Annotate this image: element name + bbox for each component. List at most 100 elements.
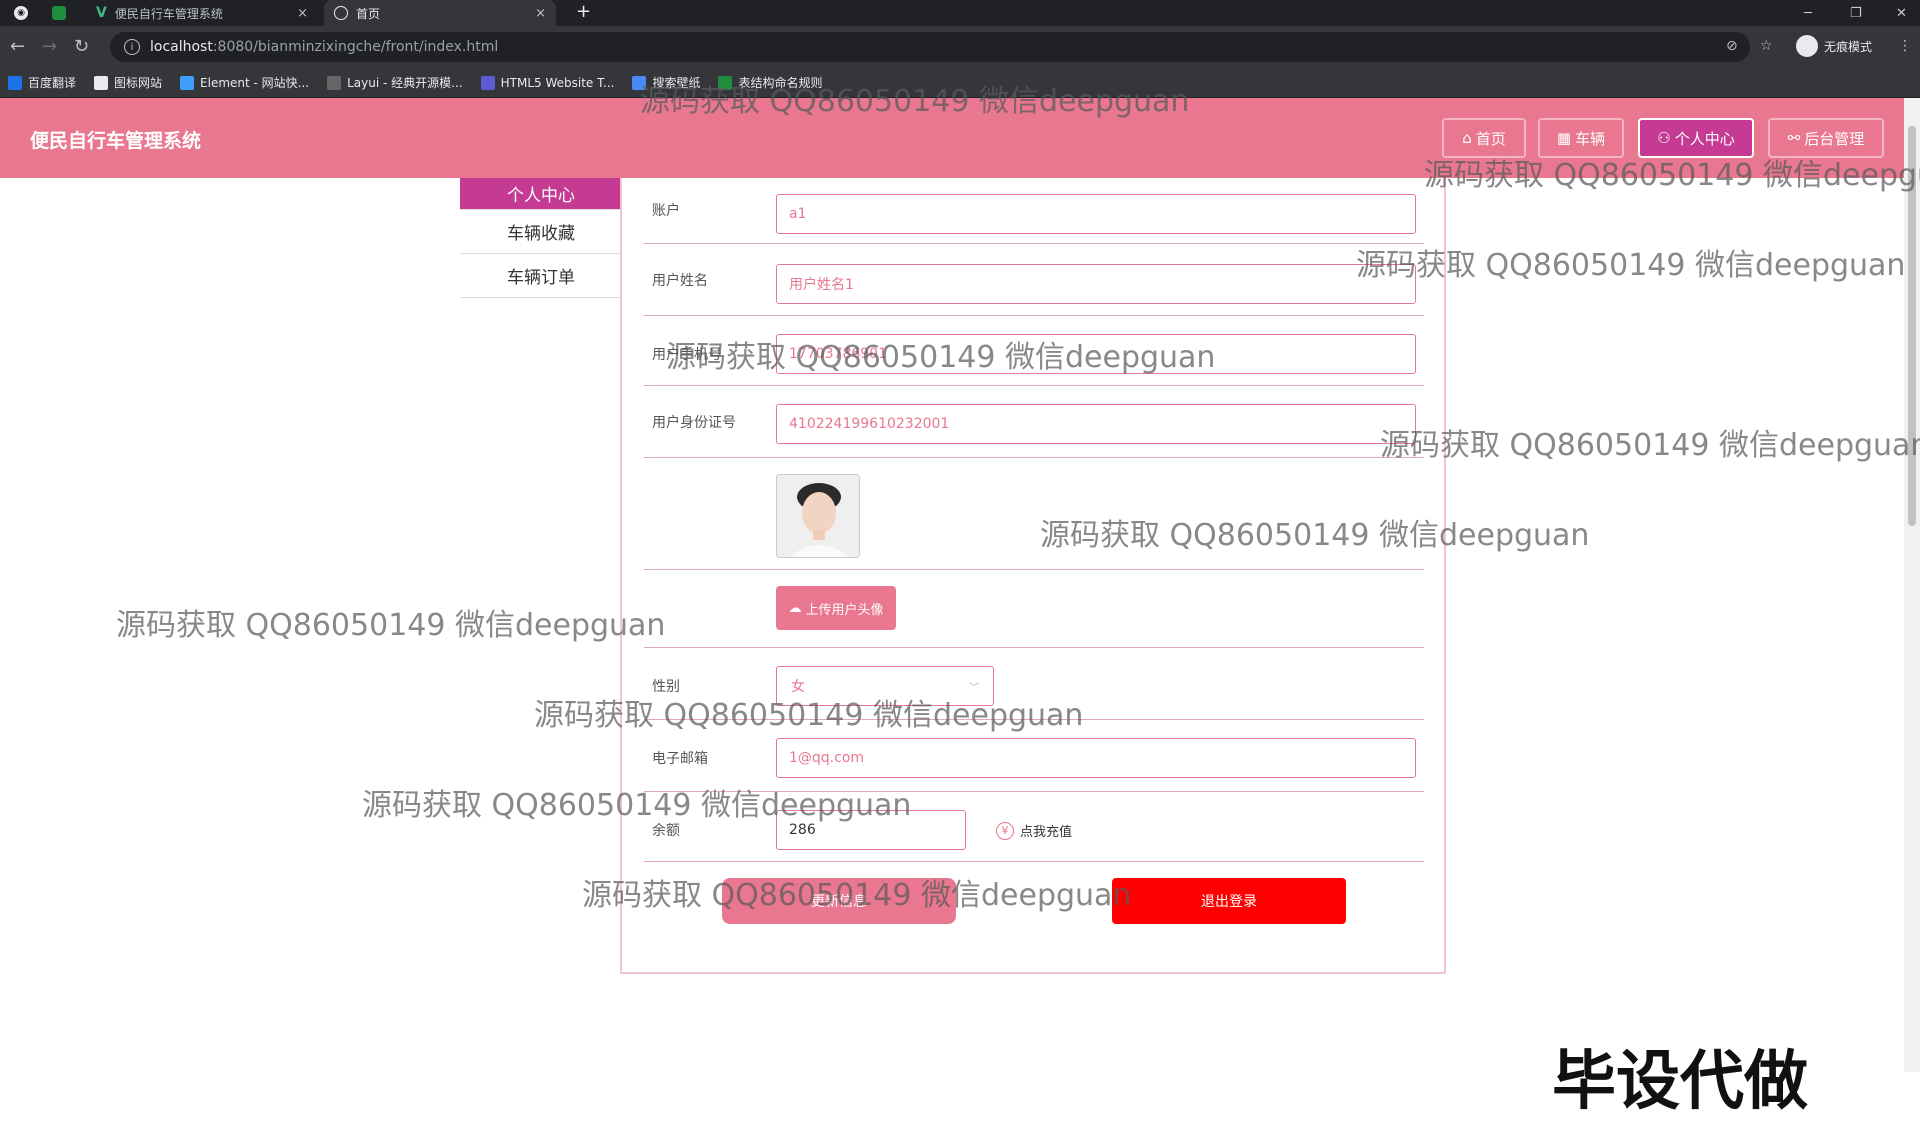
sidebar-item-profile[interactable]: 个人中心	[460, 178, 622, 210]
html5-icon	[480, 75, 495, 90]
flag-icon	[94, 75, 109, 90]
forward-icon[interactable]: →	[42, 36, 57, 57]
minimize-button[interactable]: ─	[1804, 0, 1812, 26]
form-row-name: 用户姓名 用户姓名1	[644, 244, 1424, 316]
more-menu-icon[interactable]: ⋮	[1898, 38, 1912, 54]
tab-close-button[interactable]: ×	[297, 6, 308, 21]
form-row-balance: 余额 286 ¥ 点我充值	[644, 792, 1424, 862]
tab-title: 首页	[356, 6, 381, 21]
balance-label: 余额	[652, 823, 680, 839]
watermark: 源码获取 QQ86050149 微信deepguan	[116, 608, 666, 643]
reload-icon[interactable]: ↻	[74, 36, 89, 57]
site-header: 便民自行车管理系统 ⌂ 首页 ▦ 车辆 ⚇ 个人中心 ⚯ 后台管理	[0, 98, 1920, 178]
bookmark-item[interactable]: 表结构命名规则	[718, 74, 822, 91]
form-row-idcard: 用户身份证号 410224199610232001	[644, 386, 1424, 458]
sheet-icon	[718, 75, 733, 90]
nav-home-button[interactable]: ⌂ 首页	[1442, 118, 1526, 158]
bookmark-label: 搜索壁纸	[652, 76, 701, 90]
bookmark-item[interactable]: Element - 网站快...	[180, 74, 309, 91]
incognito-label: 无痕模式	[1824, 39, 1873, 54]
tab-admin[interactable]: V 便民自行车管理系统 ×	[86, 0, 318, 26]
email-field[interactable]: 1@qq.com	[776, 738, 1416, 778]
home-icon: ⌂	[1462, 129, 1472, 147]
bookmark-label: 百度翻译	[28, 76, 77, 90]
recharge-link[interactable]: ¥ 点我充值	[996, 821, 1072, 840]
incognito-indicator[interactable]: 无痕模式	[1796, 35, 1872, 57]
nav-vehicles-button[interactable]: ▦ 车辆	[1538, 118, 1624, 158]
chrome-menu-icon[interactable]: ◉	[14, 6, 28, 20]
balance-field: 286	[776, 810, 966, 850]
nav-admin-button[interactable]: ⚯ 后台管理	[1768, 118, 1884, 158]
back-icon[interactable]: ←	[10, 36, 25, 57]
gender-label: 性别	[652, 679, 680, 695]
phone-label: 用户手机号	[652, 347, 722, 363]
star-icon[interactable]: ☆	[1760, 38, 1773, 54]
sidebar-item-favorites[interactable]: 车辆收藏	[460, 210, 622, 254]
bookmark-item[interactable]: 图标网站	[94, 74, 162, 91]
gender-value: 女	[791, 679, 805, 695]
vue-icon: V	[96, 5, 107, 21]
form-row-phone: 用户手机号 17703786901	[644, 316, 1424, 386]
nav-label: 个人中心	[1674, 129, 1735, 148]
watermark: 源码获取 QQ86050149 微信deepguan	[1380, 428, 1920, 463]
nav-label: 首页	[1475, 129, 1506, 148]
new-tab-button[interactable]: +	[576, 1, 591, 22]
form-row-gender: 性别 女 ﹀	[644, 648, 1424, 720]
idcard-label: 用户身份证号	[652, 415, 736, 431]
bookmark-item[interactable]: HTML5 Website T...	[480, 75, 614, 90]
browser-tabbar: ◉ V 便民自行车管理系统 × 首页 × + ─ ❐ ✕	[0, 0, 1920, 26]
link-icon: ⚯	[1787, 129, 1801, 147]
globe-icon	[334, 6, 348, 20]
page: 便民自行车管理系统 ⌂ 首页 ▦ 车辆 ⚇ 个人中心 ⚯ 后台管理 个人中心 车辆收藏 …	[0, 84, 1920, 1119]
idcard-field[interactable]: 410224199610232001	[776, 404, 1416, 444]
close-window-button[interactable]: ✕	[1896, 0, 1907, 26]
update-info-button[interactable]: 更新信息	[722, 878, 956, 924]
scrollbar-thumb[interactable]	[1908, 126, 1916, 526]
logout-button[interactable]: 退出登录	[1112, 878, 1346, 924]
form-row-email: 电子邮箱 1@qq.com	[644, 720, 1424, 792]
address-bar-row: ← → ↻ i localhost:8080/bianminzixingche/…	[0, 26, 1920, 68]
form-row-account: 账户 a1	[644, 178, 1424, 244]
tab-home[interactable]: 首页 ×	[324, 0, 556, 26]
bookmark-label: Layui - 经典开源模...	[347, 76, 463, 90]
grid-icon: ▦	[1556, 129, 1572, 147]
nav-profile-button[interactable]: ⚇ 个人中心	[1638, 118, 1754, 158]
upload-avatar-button[interactable]: ☁ 上传用户头像	[776, 586, 896, 630]
incognito-icon	[1796, 35, 1818, 57]
cloud-upload-icon: ☁	[788, 600, 802, 616]
url-field[interactable]: i localhost:8080/bianminzixingche/front/…	[110, 32, 1750, 62]
nav-label: 后台管理	[1804, 129, 1865, 148]
tab-close-button[interactable]: ×	[535, 6, 546, 21]
bookmark-label: 图标网站	[114, 76, 163, 90]
phone-field[interactable]: 17703786901	[776, 334, 1416, 374]
url-path: :8080/bianminzixingche/front/index.html	[212, 39, 499, 55]
bookmarks-bar: 百度翻译 图标网站 Element - 网站快... Layui - 经典开源模…	[0, 68, 1920, 98]
chevron-down-icon: ﹀	[969, 682, 979, 694]
recharge-label: 点我充值	[1020, 825, 1073, 840]
upload-label: 上传用户头像	[805, 602, 884, 618]
bookmark-item[interactable]: Layui - 经典开源模...	[327, 74, 463, 91]
layui-icon	[327, 75, 342, 90]
bookmark-item[interactable]: 搜索壁纸	[632, 74, 700, 91]
eye-off-icon[interactable]: ⊘	[1726, 38, 1738, 54]
account-field[interactable]: a1	[776, 194, 1416, 234]
profile-form: 账户 a1 用户姓名 用户姓名1 用户手机号 17703786901 用户身份证…	[620, 178, 1446, 974]
form-row-upload: ☁ 上传用户头像	[644, 570, 1424, 648]
tab-group-icon[interactable]	[52, 6, 66, 20]
element-icon	[180, 75, 195, 90]
url-host: localhost	[150, 39, 213, 55]
restore-button[interactable]: ❐	[1850, 0, 1862, 26]
gender-select[interactable]: 女 ﹀	[776, 666, 994, 706]
bookmark-label: Element - 网站快...	[200, 76, 310, 90]
yuan-icon: ¥	[996, 821, 1014, 840]
user-icon: ⚇	[1657, 129, 1671, 147]
site-info-icon[interactable]: i	[124, 39, 140, 55]
nav-label: 车辆	[1575, 129, 1606, 148]
sidebar-item-orders[interactable]: 车辆订单	[460, 254, 622, 298]
translate-icon	[8, 75, 22, 90]
name-label: 用户姓名	[652, 273, 708, 289]
tab-title: 便民自行车管理系统	[114, 6, 223, 21]
bookmark-item[interactable]: 百度翻译	[8, 74, 76, 91]
name-field[interactable]: 用户姓名1	[776, 264, 1416, 304]
profile-sidebar: 个人中心 车辆收藏 车辆订单	[460, 178, 622, 298]
